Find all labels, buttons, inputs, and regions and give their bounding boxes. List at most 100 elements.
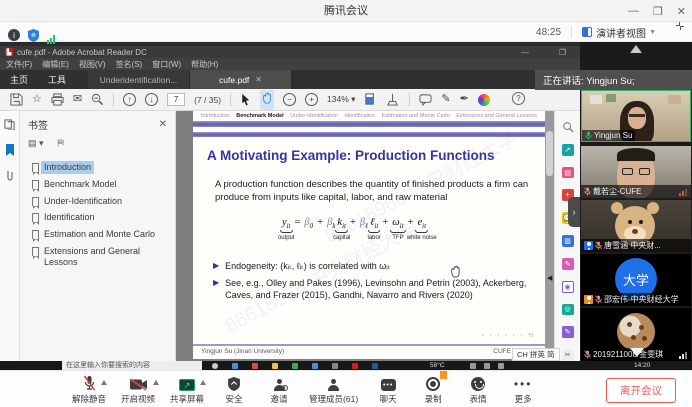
email-icon[interactable]: ✉ xyxy=(73,94,82,105)
security-button[interactable]: 安全 xyxy=(219,374,249,405)
tray-icon[interactable] xyxy=(470,363,476,369)
section-introduction[interactable]: Introduction xyxy=(201,113,230,119)
edit-pdf-icon[interactable]: ✎ xyxy=(562,258,574,270)
unmute-button[interactable]: 解除静音 xyxy=(72,374,106,405)
select-tool-icon[interactable] xyxy=(240,93,251,106)
hand-tool-icon[interactable] xyxy=(260,90,274,110)
taskbar-app-icon[interactable] xyxy=(332,363,338,369)
leave-meeting-button[interactable]: 离开会议 xyxy=(606,378,676,403)
ime-bar[interactable]: CH 拼英 简 xyxy=(512,348,560,361)
close-tab-icon[interactable]: ✕ xyxy=(255,75,262,84)
close-bookmarks-icon[interactable]: ✕ xyxy=(159,119,167,130)
doc-tab-underidentification[interactable]: Underidentification... xyxy=(88,70,190,89)
tab-home[interactable]: 主页 xyxy=(0,70,38,89)
export-pdf-icon[interactable]: ↗ xyxy=(562,144,574,156)
emoji-button[interactable]: 表情 xyxy=(463,374,493,405)
attachments-icon[interactable] xyxy=(5,170,15,182)
organize-pages-icon[interactable]: ▤ xyxy=(562,167,574,179)
search-tools-icon[interactable] xyxy=(562,121,574,133)
video-tile-shaohongwei[interactable]: 大学 邵宏伟-中央财经大学 xyxy=(581,254,691,306)
zoom-out-icon[interactable]: − xyxy=(283,93,296,106)
doc-tab-cufe[interactable]: cufe.pdf✕ xyxy=(190,70,292,89)
previous-page-icon[interactable]: ↑ xyxy=(123,93,136,106)
acrobat-restore-icon[interactable]: ❐ xyxy=(559,48,566,57)
menu-window[interactable]: 窗口(W) xyxy=(152,59,181,70)
menu-edit[interactable]: 编辑(E) xyxy=(42,59,69,70)
scrollbar-thumb[interactable] xyxy=(546,131,553,176)
taskbar-app-icon[interactable] xyxy=(232,363,238,369)
page-number-input[interactable]: 7 xyxy=(167,93,185,106)
share-options-caret[interactable] xyxy=(200,380,206,385)
manage-members-button[interactable]: 管理成员(61) xyxy=(309,374,358,405)
bookmarks-panel-icon[interactable] xyxy=(5,144,15,156)
bookmark-item-under-identification[interactable]: Under-Identification xyxy=(20,193,175,210)
section-identification[interactable]: Identification xyxy=(344,113,375,119)
print-icon[interactable] xyxy=(51,93,64,106)
help-icon[interactable]: ? xyxy=(512,92,525,105)
zoom-level-select[interactable]: 134% ▾ xyxy=(327,94,355,105)
menu-view[interactable]: 视图(V) xyxy=(79,59,106,70)
start-video-button[interactable]: 开启视频 xyxy=(121,374,155,405)
video-tile-tangxuehan[interactable]: 唐雪涵 中央财... xyxy=(581,200,691,252)
more-tools-icon[interactable]: ✂ xyxy=(562,349,574,361)
menu-help[interactable]: 帮助(H) xyxy=(191,59,218,70)
zoom-in-icon[interactable]: + xyxy=(305,93,318,106)
taskbar-app-icon[interactable] xyxy=(252,363,258,369)
taskbar-app-icon[interactable] xyxy=(272,363,278,369)
video-tile-yingjun-su[interactable]: Yingjun Su xyxy=(581,90,691,142)
page-thumbnails-icon[interactable] xyxy=(4,119,15,130)
fill-sign-icon[interactable]: ✎ xyxy=(562,326,574,338)
section-under-identification[interactable]: Under-Identification xyxy=(290,113,338,119)
acrobat-minimize-icon[interactable]: — xyxy=(521,48,529,57)
mic-options-caret[interactable] xyxy=(101,380,107,385)
scroll-participants-up-icon[interactable] xyxy=(630,45,642,53)
compress-pdf-icon[interactable]: ◎ xyxy=(562,304,574,316)
comment-icon[interactable] xyxy=(419,93,432,106)
pencil-icon[interactable]: ✎ xyxy=(441,94,450,105)
tray-icon[interactable] xyxy=(498,363,504,369)
star-icon[interactable]: ☆ xyxy=(32,94,42,105)
bookmark-item-estimation-monte-carlo[interactable]: Estimation and Monte Carlo xyxy=(20,226,175,243)
tab-tools[interactable]: 工具 xyxy=(38,70,76,89)
video-tile-dairuochen[interactable]: 戴若尘-CUFE xyxy=(581,146,691,198)
video-options-caret[interactable] xyxy=(153,380,159,385)
taskbar-app-icon[interactable] xyxy=(352,363,358,369)
sign-icon[interactable]: ✒ xyxy=(460,94,469,105)
meeting-info-icon[interactable]: i xyxy=(8,29,20,41)
bookmark-item-extensions[interactable]: Extensions and General Lessons xyxy=(20,243,175,271)
taskbar-app-icon[interactable] xyxy=(212,363,218,369)
security-shield-icon[interactable] xyxy=(28,29,39,42)
collapse-video-panel-handle[interactable]: › xyxy=(568,197,580,227)
collapse-tools-arrow-icon[interactable]: ◀ xyxy=(547,274,552,282)
more-button[interactable]: ••• 更多 xyxy=(508,374,538,405)
bookmark-item-benchmark-model[interactable]: Benchmark Model xyxy=(20,176,175,193)
chat-button[interactable]: ••• 聊天 xyxy=(373,374,403,405)
restore-icon[interactable]: ❐ xyxy=(653,5,663,18)
combine-files-icon[interactable]: ▥ xyxy=(562,235,574,247)
menu-file[interactable]: 文件(F) xyxy=(6,59,32,70)
section-estimation-monte-carlo[interactable]: Estimation and Monte Carlo xyxy=(382,113,450,119)
zoom-search-icon[interactable] xyxy=(91,93,104,106)
beamer-nav-icons[interactable]: ‹ › ‹ › ‹ › ⟲ xyxy=(482,332,535,339)
taskbar-search-input[interactable]: 在这里输入你要搜索的内容 xyxy=(62,361,202,370)
taskbar-app-icon[interactable] xyxy=(292,363,298,369)
invite-button[interactable]: + 邀请 xyxy=(264,374,294,405)
view-mode-button[interactable]: 演讲者视图 ▼ xyxy=(582,25,656,40)
record-button[interactable]: 录制 xyxy=(418,374,448,405)
presentation-pointer-icon[interactable] xyxy=(386,93,400,106)
bookmark-item-introduction[interactable]: Introduction xyxy=(20,159,175,176)
page-display-icon[interactable] xyxy=(364,93,377,106)
menu-sign[interactable]: 签名(S) xyxy=(116,59,143,70)
section-benchmark-model[interactable]: Benchmark Model xyxy=(236,113,283,119)
share-screen-button[interactable]: ↗ 共享屏幕 xyxy=(170,374,204,405)
color-tools-icon[interactable] xyxy=(478,94,490,106)
protect-pdf-icon[interactable]: ◉ xyxy=(562,281,574,293)
add-bookmark-icon[interactable]: ⛿ xyxy=(58,138,65,149)
network-signal-icon[interactable] xyxy=(47,26,56,44)
taskbar-app-icon[interactable] xyxy=(312,363,318,369)
minimize-icon[interactable]: — xyxy=(628,5,639,17)
collapse-participants-icon[interactable] xyxy=(630,348,644,357)
next-page-icon[interactable]: ↓ xyxy=(145,93,158,106)
save-icon[interactable] xyxy=(10,93,23,106)
bookmark-item-identification[interactable]: Identification xyxy=(20,209,175,226)
